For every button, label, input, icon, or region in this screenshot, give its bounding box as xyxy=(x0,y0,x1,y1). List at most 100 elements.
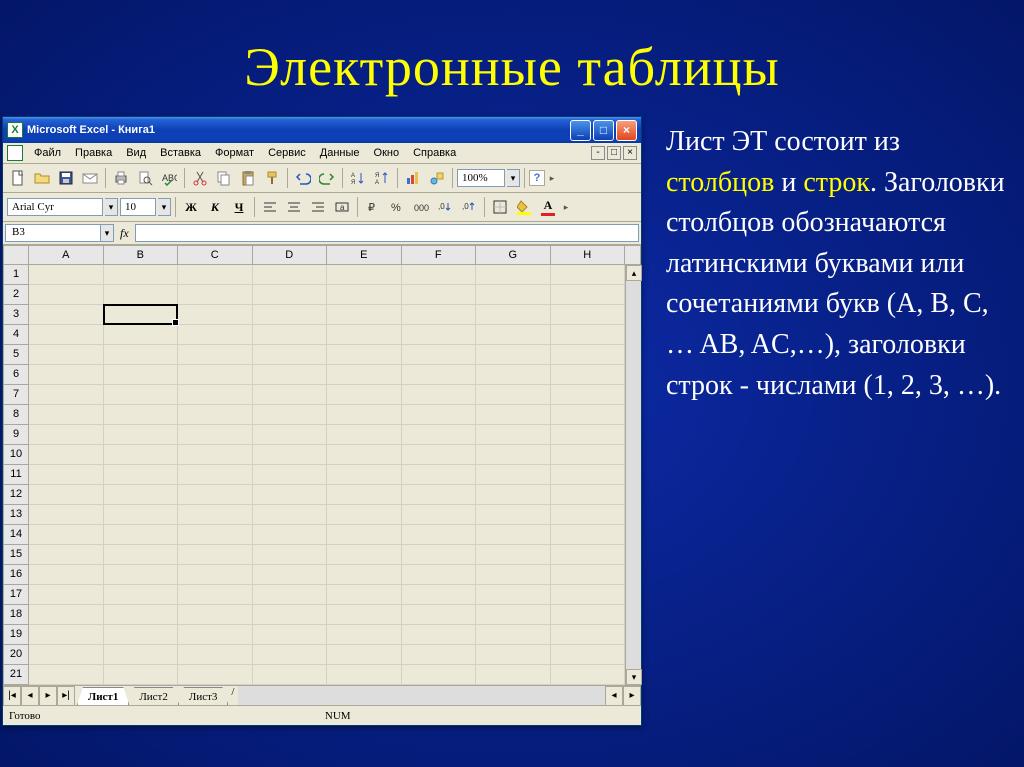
font-size[interactable]: 10 xyxy=(120,198,156,216)
cell[interactable] xyxy=(253,645,328,665)
cell[interactable] xyxy=(551,505,626,525)
cell[interactable] xyxy=(327,305,402,325)
cell[interactable] xyxy=(104,665,179,685)
row-header[interactable]: 15 xyxy=(3,545,29,565)
cell[interactable] xyxy=(178,465,253,485)
cell[interactable] xyxy=(402,265,477,285)
cell[interactable] xyxy=(29,665,104,685)
cell[interactable] xyxy=(551,365,626,385)
cell[interactable] xyxy=(402,365,477,385)
cell[interactable] xyxy=(476,365,551,385)
row-header[interactable]: 1 xyxy=(3,265,29,285)
cell[interactable] xyxy=(29,285,104,305)
cell[interactable] xyxy=(476,305,551,325)
column-header[interactable]: G xyxy=(476,245,551,265)
cell[interactable] xyxy=(551,605,626,625)
sheet-tab[interactable]: Лист3 xyxy=(178,687,229,705)
chart-icon[interactable] xyxy=(402,167,424,189)
doc-minimize-button[interactable]: - xyxy=(591,146,605,160)
cell[interactable] xyxy=(402,445,477,465)
formula-input[interactable] xyxy=(135,224,639,242)
cell[interactable] xyxy=(29,365,104,385)
percent-icon[interactable]: % xyxy=(386,196,408,218)
column-header[interactable]: D xyxy=(253,245,328,265)
cell[interactable] xyxy=(551,265,626,285)
cell[interactable] xyxy=(551,405,626,425)
comma-icon[interactable]: 000 xyxy=(410,196,432,218)
column-header[interactable]: F xyxy=(402,245,477,265)
cell[interactable] xyxy=(253,525,328,545)
cell[interactable] xyxy=(104,365,179,385)
cell[interactable] xyxy=(551,425,626,445)
spellcheck-icon[interactable]: ABC xyxy=(158,167,180,189)
cell[interactable] xyxy=(476,445,551,465)
cell[interactable] xyxy=(104,445,179,465)
print-icon[interactable] xyxy=(110,167,132,189)
cell[interactable] xyxy=(104,565,179,585)
cell[interactable] xyxy=(402,325,477,345)
row-header[interactable]: 10 xyxy=(3,445,29,465)
scroll-right-icon[interactable]: ▸ xyxy=(623,686,641,706)
cell[interactable] xyxy=(253,605,328,625)
cell[interactable] xyxy=(29,605,104,625)
cell[interactable] xyxy=(327,585,402,605)
cell[interactable] xyxy=(327,465,402,485)
cut-icon[interactable] xyxy=(189,167,211,189)
cell[interactable] xyxy=(178,525,253,545)
size-dropdown[interactable]: ▾ xyxy=(158,198,171,216)
format-painter-icon[interactable] xyxy=(261,167,283,189)
cell[interactable] xyxy=(327,265,402,285)
cell[interactable] xyxy=(178,665,253,685)
cell[interactable] xyxy=(327,525,402,545)
cell[interactable] xyxy=(327,625,402,645)
column-header[interactable]: A xyxy=(29,245,104,265)
cell[interactable] xyxy=(327,285,402,305)
cell[interactable] xyxy=(327,345,402,365)
cell[interactable] xyxy=(29,265,104,285)
cell[interactable] xyxy=(29,485,104,505)
menu-help[interactable]: Справка xyxy=(406,145,463,161)
row-header[interactable]: 4 xyxy=(3,325,29,345)
italic-button[interactable]: К xyxy=(204,196,226,218)
cell[interactable] xyxy=(327,505,402,525)
cell[interactable] xyxy=(551,485,626,505)
align-center-icon[interactable] xyxy=(283,196,305,218)
paste-icon[interactable] xyxy=(237,167,259,189)
cell[interactable] xyxy=(402,485,477,505)
cell[interactable] xyxy=(402,465,477,485)
cell[interactable] xyxy=(29,545,104,565)
cell[interactable] xyxy=(402,505,477,525)
cell[interactable] xyxy=(476,425,551,445)
cell[interactable] xyxy=(104,605,179,625)
cell[interactable] xyxy=(476,265,551,285)
font-dropdown[interactable]: ▾ xyxy=(105,198,118,216)
cell[interactable] xyxy=(253,285,328,305)
cell[interactable] xyxy=(104,645,179,665)
cell[interactable] xyxy=(104,305,179,325)
cell[interactable] xyxy=(327,325,402,345)
cell[interactable] xyxy=(253,445,328,465)
sheet-tab[interactable]: Лист2 xyxy=(128,687,179,705)
cell[interactable] xyxy=(327,665,402,685)
column-header[interactable]: B xyxy=(104,245,179,265)
cell[interactable] xyxy=(104,505,179,525)
cell[interactable] xyxy=(551,645,626,665)
row-header[interactable]: 20 xyxy=(3,645,29,665)
row-header[interactable]: 5 xyxy=(3,345,29,365)
cell[interactable] xyxy=(551,285,626,305)
cell[interactable] xyxy=(178,285,253,305)
cell[interactable] xyxy=(476,565,551,585)
cell[interactable] xyxy=(402,645,477,665)
cell[interactable] xyxy=(29,445,104,465)
cell[interactable] xyxy=(178,485,253,505)
cell[interactable] xyxy=(253,265,328,285)
inc-decimal-icon[interactable]: ,0 xyxy=(434,196,456,218)
cell[interactable] xyxy=(327,425,402,445)
cell[interactable] xyxy=(327,405,402,425)
font-name[interactable]: Arial Cyr xyxy=(7,198,103,216)
cell[interactable] xyxy=(402,605,477,625)
cell[interactable] xyxy=(253,425,328,445)
row-header[interactable]: 19 xyxy=(3,625,29,645)
cell[interactable] xyxy=(104,345,179,365)
cell[interactable] xyxy=(551,525,626,545)
